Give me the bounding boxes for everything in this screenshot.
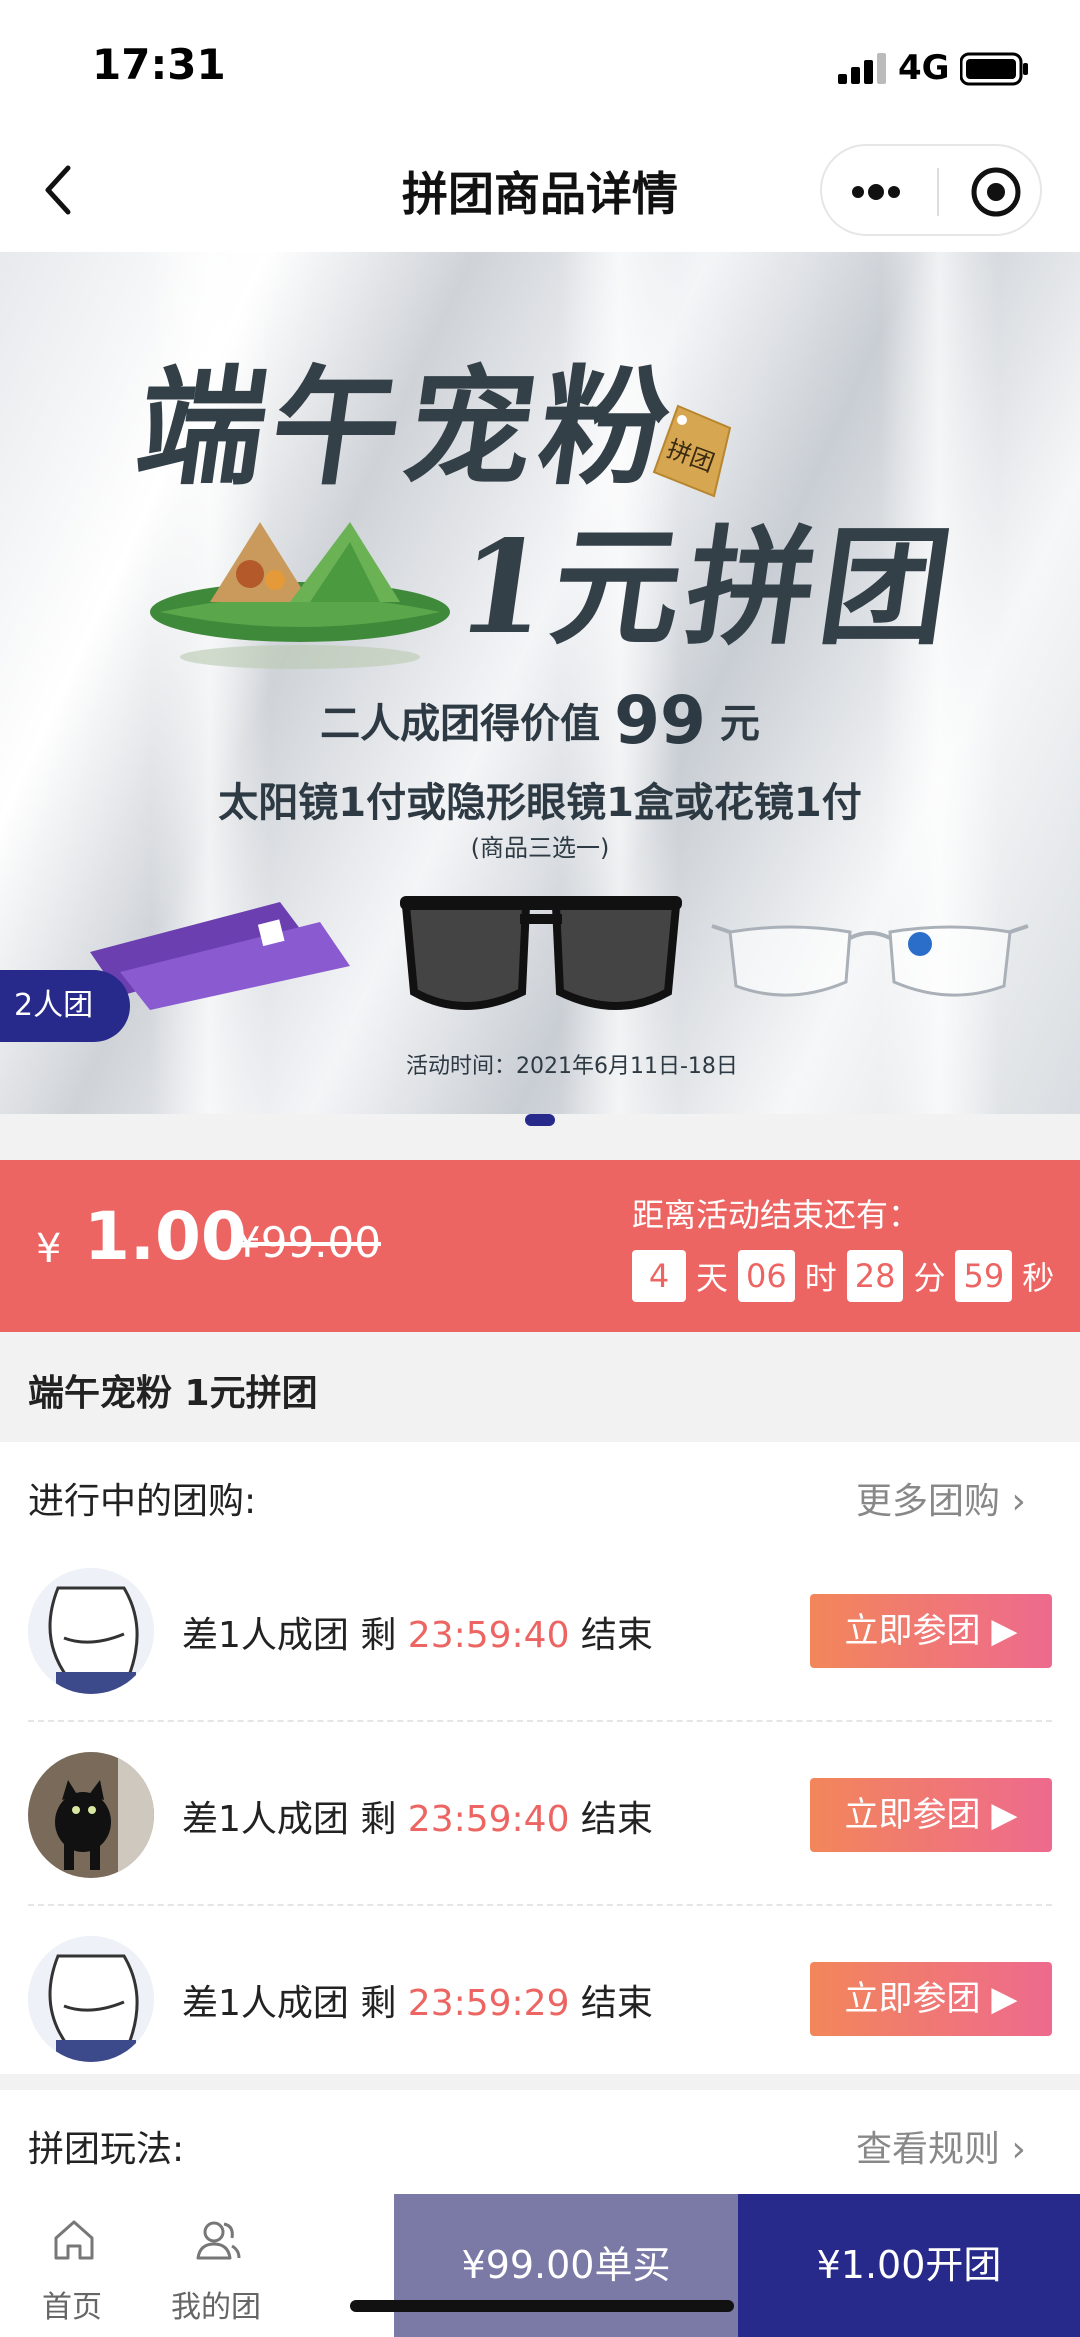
close-mini-program-icon[interactable]	[970, 166, 1022, 218]
groups-title: 进行中的团购:	[28, 1481, 257, 1522]
sunglasses-image	[400, 896, 682, 1010]
join-group-button[interactable]: 立即参团 ▶	[810, 1778, 1052, 1852]
banner-value-line: 二人成团得价值 99 元	[0, 682, 1080, 759]
price-bar: ¥ 1.00 ¥99.00 距离活动结束还有： 4 天 06 时 28 分 59…	[0, 1160, 1080, 1332]
home-indicator	[350, 2300, 734, 2312]
group-icon	[196, 2221, 241, 2260]
more-icon[interactable]	[836, 164, 916, 220]
group-remaining-time: 23:59:29	[407, 1983, 570, 2024]
bottom-action-bar: 首页 我的团 ¥99.00单买 ¥1.00开团	[0, 2194, 1080, 2337]
countdown-hour-unit: 时	[804, 1259, 837, 1297]
group-status-end: 结束	[569, 1983, 653, 2024]
tab-home[interactable]: 首页	[2, 2194, 142, 2337]
group-remaining-time: 23:59:40	[407, 1615, 570, 1656]
belly-avatar	[28, 1936, 154, 2062]
more-groups-link[interactable]: 更多团购 ›	[856, 1472, 1026, 1524]
tab-home-label: 首页	[42, 2290, 102, 2325]
group-status: 差1人成团 剩 23:59:29 结束	[182, 1974, 653, 2026]
countdown-hours: 06	[738, 1250, 795, 1302]
group-status-text: 差1人成团 剩	[182, 1799, 408, 1840]
product-name: 端午宠粉 1元拼团	[0, 1332, 1080, 1442]
signal-icon	[838, 53, 886, 84]
original-price: ¥99.00	[234, 1218, 381, 1267]
status-time: 17:31	[92, 40, 226, 89]
banner-products-line: 太阳镜1付或隐形眼镜1盒或花镜1付	[218, 780, 862, 826]
banner-pagination	[0, 1114, 1080, 1160]
battery-icon	[960, 52, 1028, 86]
join-group-button[interactable]: 立即参团 ▶	[810, 1962, 1052, 2036]
join-group-button[interactable]: 立即参团 ▶	[810, 1594, 1052, 1668]
open-group-button[interactable]: ¥1.00开团	[738, 2194, 1080, 2337]
group-status: 差1人成团 剩 23:59:40 结束	[182, 1606, 653, 1658]
group-row: 差1人成团 剩 23:59:40 结束 立即参团 ▶	[28, 1722, 1052, 1906]
group-status-end: 结束	[569, 1615, 653, 1656]
countdown-seconds: 59	[955, 1250, 1013, 1302]
group-status-text: 差1人成团 剩	[182, 1615, 408, 1656]
mini-program-capsule	[820, 144, 1042, 236]
countdown-minute-unit: 分	[913, 1259, 946, 1297]
banner-dot-active[interactable]	[525, 1114, 555, 1126]
banner-line1-prefix: 二人成团得价值	[320, 701, 601, 747]
group-row: 差1人成团 剩 23:59:29 结束 立即参团 ▶	[28, 1906, 1052, 2090]
activity-time: 活动时间：2021年6月11日-18日	[406, 1054, 738, 1079]
countdown-minutes: 28	[846, 1250, 904, 1302]
view-rules-link[interactable]: 查看规则 ›	[856, 2120, 1026, 2172]
reading-glasses-image	[711, 924, 1029, 997]
ongoing-groups-section: 进行中的团购: 更多团购 › 差1人成团 剩 23:59:40 结束 立即参团 …	[0, 1442, 1080, 2074]
banner-line1-suffix: 元	[719, 701, 760, 747]
group-row: 差1人成团 剩 23:59:40 结束 立即参团 ▶	[28, 1538, 1052, 1722]
buy-single-button[interactable]: ¥99.00单买	[394, 2194, 738, 2337]
group-remaining-time: 23:59:40	[407, 1799, 570, 1840]
rules-title: 拼团玩法:	[28, 2129, 185, 2170]
currency-symbol: ¥	[36, 1226, 62, 1272]
banner-line1-value: 99	[614, 682, 706, 759]
zongzi-illustration	[150, 522, 450, 669]
group-status-end: 结束	[569, 1799, 653, 1840]
countdown-label: 距离活动结束还有：	[632, 1196, 921, 1234]
status-bar: 17:31 4G	[0, 0, 1080, 130]
group-status-text: 差1人成团 剩	[182, 1983, 408, 2024]
countdown-second-unit: 秒	[1022, 1259, 1055, 1297]
network-label: 4G	[898, 48, 950, 88]
banner-choice-note: (商品三选一)	[470, 834, 610, 862]
banner-title-line2: 1元拼团	[447, 513, 967, 663]
countdown-timer: 4 天 06 时 28 分 59 秒	[632, 1248, 1064, 1304]
countdown-days: 4	[632, 1250, 686, 1302]
group-status: 差1人成团 剩 23:59:40 结束	[182, 1790, 653, 1842]
group-size-badge: 2人团	[0, 970, 130, 1042]
countdown-day-unit: 天	[696, 1259, 729, 1297]
product-banner[interactable]: 端午宠粉 拼团 1元拼团 二人成团得价值 99 元 太阳镜1付或隐形眼镜1盒或花…	[0, 252, 1080, 1114]
group-rules-section: 拼团玩法: 查看规则 ›	[0, 2090, 1080, 2194]
tab-my-group[interactable]: 我的团	[146, 2194, 286, 2337]
home-icon	[54, 2220, 94, 2260]
nav-bar: 拼团商品详情	[0, 130, 1080, 252]
tab-my-group-label: 我的团	[171, 2290, 261, 2325]
group-price: 1.00	[84, 1198, 247, 1275]
capsule-divider	[937, 168, 939, 216]
cat-avatar	[28, 1752, 154, 1878]
belly-avatar	[28, 1568, 154, 1694]
